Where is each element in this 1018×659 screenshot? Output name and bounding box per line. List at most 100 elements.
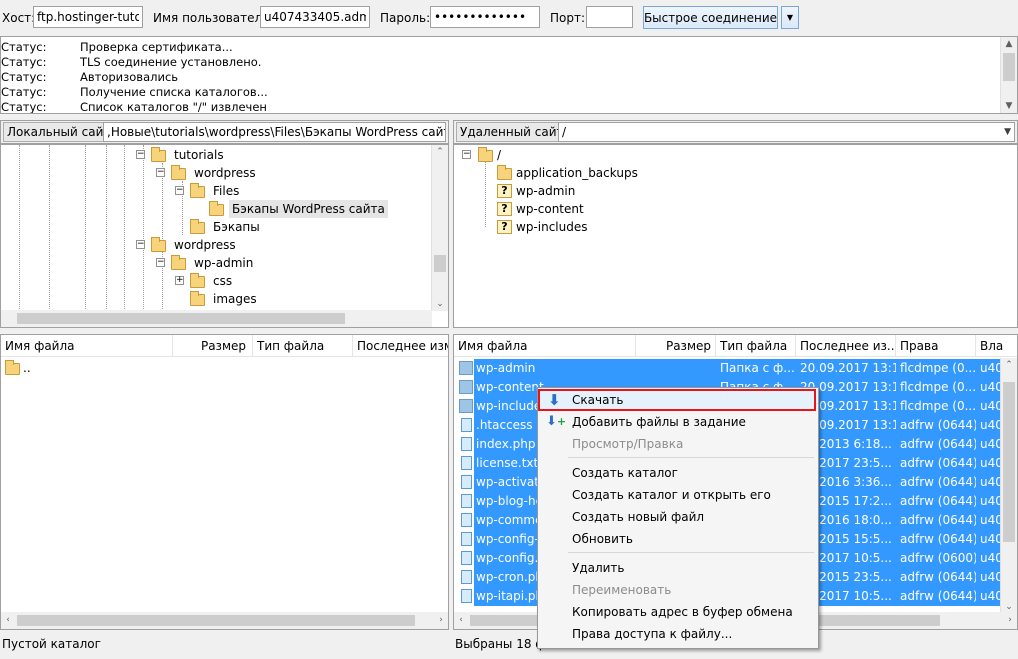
menu-item[interactable]: Удалить [540,557,816,579]
local-tree-hscroll-thumb[interactable] [17,313,345,324]
context-menu: ⬇ Скачать ⬇+ Добавить файлы в задание Просмо… [537,387,819,649]
file-icon [461,418,472,432]
menu-item[interactable]: Создать каталог [540,462,816,484]
port-label: Порт: [550,11,586,25]
expand-toggle-icon[interactable]: − [136,150,145,159]
scroll-left-icon[interactable]: ‹ [454,613,468,627]
tree-node[interactable]: Бэкапы WordPress сайта [229,200,388,218]
menu-item[interactable]: Обновить [540,528,816,550]
menu-item-label: Просмотр/Правка [572,437,684,451]
log-scrollbar[interactable]: ▲ ▼ [1000,37,1017,113]
log-entry: Статус: Авторизовались [1,70,991,85]
log-entry-key: Статус: [1,85,47,99]
col-modified[interactable]: Последнее изме [353,335,448,357]
expand-toggle-icon[interactable]: − [175,186,184,195]
scroll-up-icon[interactable]: ▲ [1001,37,1017,51]
unknown-folder-icon: ? [497,184,512,198]
expand-toggle-icon[interactable]: − [156,258,165,267]
chevron-down-icon[interactable]: ▼ [1004,123,1011,141]
username-input[interactable] [260,6,370,28]
col-type[interactable]: Тип файла [716,335,796,357]
log-scroll-thumb[interactable] [1003,53,1015,81]
file-type: Папка с ф... [716,359,796,378]
scroll-left-icon[interactable]: ‹ [1,613,15,627]
expand-toggle-icon[interactable]: − [462,150,471,159]
log-entry-text: Авторизовались [80,70,179,84]
menu-item[interactable]: Копировать адрес в буфер обмена [540,601,816,623]
menu-item[interactable]: Права доступа к файлу... [540,623,816,645]
remote-tree: − / application_backups? wp-admin? wp-conten… [453,144,1018,328]
menu-item-label: Добавить файлы в задание [572,415,746,429]
file-icon [461,475,472,489]
tree-node[interactable]: wp-content [516,200,584,218]
scroll-down-icon[interactable]: ▼ [1001,99,1017,113]
col-permissions[interactable]: Права [896,335,976,357]
folder-icon [151,237,166,252]
file-owner: u40 [976,549,1002,568]
remote-path-input[interactable]: / ▼ [558,122,1015,142]
remote-site-label: Удаленный сайт: [456,122,572,142]
tree-node[interactable]: application_backups [516,164,638,182]
local-tree-scrollbar[interactable]: ⌃ ⌄ [431,145,448,311]
file-icon [461,570,472,584]
tree-node[interactable]: wordpress [191,164,259,182]
file-permissions: adfrw (0644) [896,511,976,530]
host-label: Хост: [2,11,36,25]
scroll-down-icon[interactable]: ⌄ [432,297,448,311]
col-size[interactable]: Размер [173,335,253,357]
tree-node[interactable]: wp-includes [516,218,588,236]
menu-item[interactable]: Создать каталог и открыть его [540,484,816,506]
expand-toggle-icon[interactable]: − [136,240,145,249]
menu-item-label: Скачать [572,393,624,407]
scroll-up-icon[interactable]: ⌃ [432,145,448,159]
tree-node[interactable]: images [210,290,260,308]
port-input[interactable] [586,6,633,28]
password-input[interactable] [430,6,540,28]
folder-icon [459,380,473,394]
local-tree: − tutorials − wordpress − Files Бэкапы WordPre… [0,144,449,328]
col-modified[interactable]: Последнее из... [796,335,896,357]
table-row[interactable]: wp-admin Папка с ф...20.09.2017 13:1...fl… [454,359,1002,378]
menu-item[interactable]: ⬇+ Добавить файлы в задание [540,411,816,433]
expand-toggle-icon[interactable]: + [175,276,184,285]
menu-item: Переименовать [540,579,816,601]
file-size [636,359,716,378]
scroll-right-icon[interactable]: › [1003,613,1017,627]
tree-node[interactable]: Files [210,182,242,200]
remote-list-scroll-thumb[interactable] [1003,382,1015,542]
file-owner: u40 [976,378,1002,397]
local-list-hscroll-thumb[interactable] [17,615,415,626]
local-tree-scroll-thumb[interactable] [434,255,446,272]
folder-icon [190,291,205,306]
tree-node[interactable]: / [497,146,501,164]
list-item[interactable]: .. [1,359,431,378]
expand-toggle-icon[interactable]: − [156,168,165,177]
file-name: wp-admin [474,359,636,378]
local-tree-hscrollbar[interactable] [1,310,432,327]
quickconnect-dropdown-button[interactable]: ▼ [781,6,799,29]
tree-node[interactable]: wordpress [171,236,239,254]
local-file-list-header: Имя файла ^ Размер Тип файла Последнее и… [1,335,448,357]
col-owner[interactable]: Вла [976,335,1017,357]
col-size[interactable]: Размер [636,335,716,357]
menu-item[interactable]: Создать новый файл [540,506,816,528]
host-input[interactable] [33,6,143,28]
col-type[interactable]: Тип файла [253,335,353,357]
username-label: Имя пользователя [153,11,270,25]
scroll-up-icon[interactable]: ⌃ [1001,358,1017,372]
file-owner: u40 [976,492,1002,511]
local-path-input[interactable]: ,Новые\tutorials\wordpress\Files\Бэкапы … [103,122,446,142]
tree-node[interactable]: Бэкапы [210,218,263,236]
local-list-hscrollbar[interactable]: ‹ › [1,612,448,629]
scroll-right-icon[interactable]: › [434,613,448,627]
remote-list-scrollbar[interactable]: ⌃ ⌄ [1000,358,1017,614]
tree-node[interactable]: wp-admin [516,182,575,200]
file-icon [461,513,472,527]
tree-node[interactable]: wp-admin [191,254,256,272]
folder-icon [5,360,20,375]
menu-item[interactable]: ⬇ Скачать [540,389,816,411]
local-site-bar: Локальный сайт: ,Новые\tutorials\wordpre… [0,120,449,144]
tree-node[interactable]: tutorials [171,146,227,164]
quickconnect-button[interactable]: Быстрое соединение [643,6,778,29]
tree-node[interactable]: css [210,272,235,290]
